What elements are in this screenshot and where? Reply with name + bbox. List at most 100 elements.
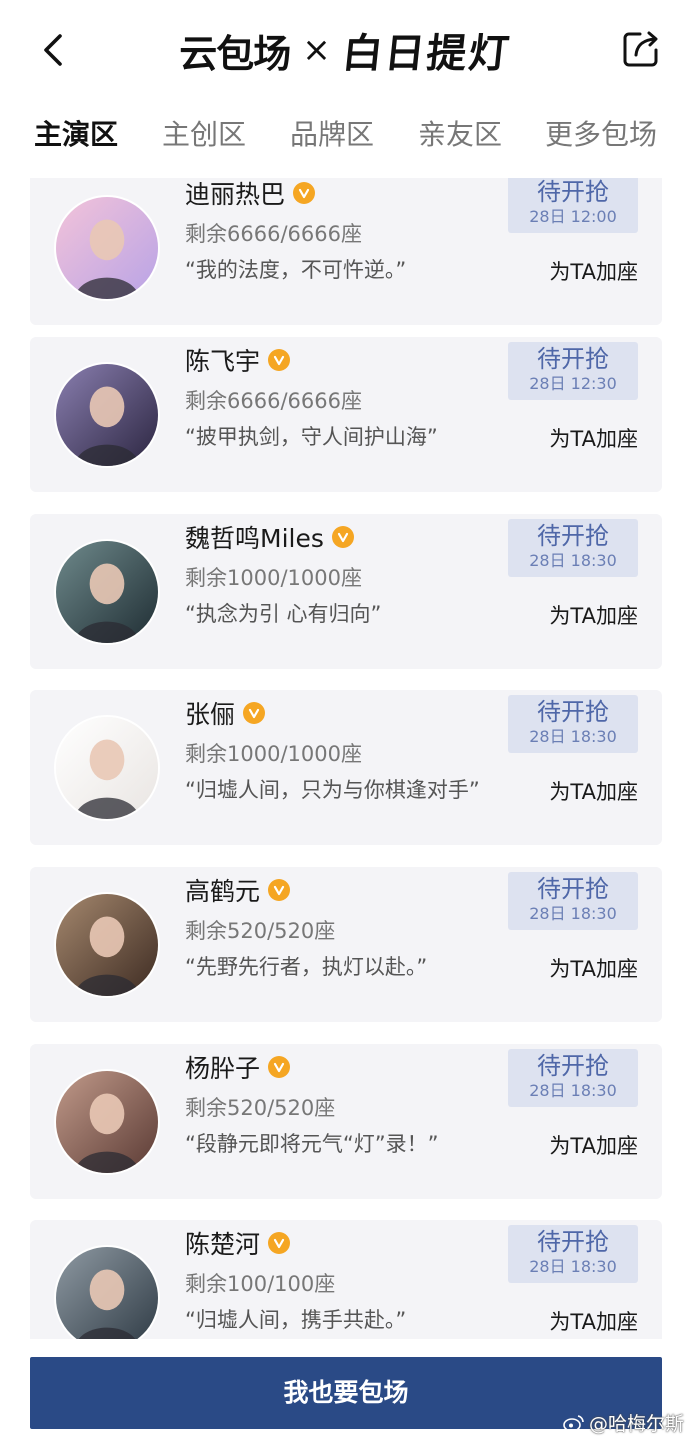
add-seat-link[interactable]: 为TA加座	[549, 1130, 638, 1160]
collab-separator: ×	[302, 30, 331, 70]
avatar-image	[56, 541, 158, 643]
avatar-image	[56, 894, 158, 996]
add-seat-link[interactable]: 为TA加座	[549, 1306, 638, 1336]
grab-status-button[interactable]: 待开抢 28日 18:30	[508, 695, 638, 753]
star-name: 张俪	[185, 700, 236, 729]
avatar-image	[56, 364, 158, 466]
name-row: 杨肸子	[185, 1050, 291, 1084]
verified-icon	[243, 702, 266, 724]
brand-logo: 云包场	[179, 31, 291, 76]
status-label: 待开抢	[537, 1052, 609, 1080]
add-seat-link[interactable]: 为TA加座	[549, 776, 638, 806]
seat-count: 剩余6666/6666座	[185, 222, 362, 246]
avatar-image	[56, 1071, 158, 1173]
avatar[interactable]	[54, 195, 160, 301]
star-card[interactable]: 陈飞宇剩余6666/6666座 “披甲执剑，守人间护山海” 待开抢 28日 12:30…	[30, 337, 662, 492]
verified-icon	[268, 879, 291, 901]
name-row: 陈飞宇	[185, 343, 291, 377]
open-time: 28日 18:30	[529, 727, 617, 746]
add-seat-link[interactable]: 为TA加座	[549, 600, 638, 630]
avatar[interactable]	[54, 539, 160, 645]
avatar[interactable]	[54, 1069, 160, 1175]
status-label: 待开抢	[537, 698, 609, 726]
star-name: 陈飞宇	[185, 347, 261, 376]
top-bar: 云包场 × 白日提灯	[0, 0, 690, 100]
avatar[interactable]	[54, 892, 160, 998]
star-name: 高鹤元	[185, 877, 261, 906]
share-icon	[623, 31, 658, 67]
tab-creators[interactable]: 主创区	[162, 108, 246, 162]
open-time: 28日 18:30	[529, 1257, 617, 1276]
status-label: 待开抢	[537, 1228, 609, 1256]
open-time: 28日 18:30	[529, 1081, 617, 1100]
star-quote: “归墟人间，携手共赴。”	[185, 1308, 407, 1332]
seat-count: 剩余1000/1000座	[185, 742, 362, 766]
verified-icon	[268, 1232, 291, 1254]
avatar-image	[56, 197, 158, 299]
name-row: 高鹤元	[185, 873, 291, 907]
verified-icon	[268, 1056, 291, 1078]
open-time: 28日 18:30	[529, 904, 617, 923]
star-card[interactable]: 杨肸子剩余520/520座 “段静元即将元气“灯”录！” 待开抢 28日 18:30 为…	[30, 1044, 662, 1199]
add-seat-link[interactable]: 为TA加座	[549, 256, 638, 286]
star-quote: “我的法度，不可忤逆。”	[185, 258, 407, 282]
star-card[interactable]: 魏哲鸣Miles 剩余1000/1000座 “执念为引 心有归向” 待开抢 28日 18…	[30, 514, 662, 669]
star-card[interactable]: 张俪剩余1000/1000座 “归墟人间，只为与你棋逢对手” 待开抢 28日 18:3…	[30, 690, 662, 845]
avatar[interactable]	[54, 362, 160, 468]
grab-status-button[interactable]: 待开抢 28日 18:30	[508, 1225, 638, 1283]
grab-status-button[interactable]: 待开抢 28日 18:30	[508, 1049, 638, 1107]
star-card[interactable]: 陈楚河剩余100/100座 “归墟人间，携手共赴。” 待开抢 28日 18:30 为TA…	[30, 1220, 662, 1339]
watermark: @哈梅尔斯	[563, 1409, 684, 1436]
grab-status-button[interactable]: 待开抢 28日 18:30	[508, 872, 638, 930]
star-name: 魏哲鸣Miles	[185, 524, 324, 553]
add-seat-link[interactable]: 为TA加座	[549, 423, 638, 453]
name-row: 张俪	[185, 696, 266, 730]
star-name: 陈楚河	[185, 1230, 261, 1259]
booking-list: 迪丽热巴 剩余6666/6666座 “我的法度，不可忤逆。” 待开抢 28日 12:00…	[0, 178, 690, 1339]
seat-count: 剩余100/100座	[185, 1272, 336, 1296]
star-quote: “先野先行者，执灯以赴。”	[185, 955, 428, 979]
open-time: 28日 12:00	[529, 207, 617, 226]
tab-friends[interactable]: 亲友区	[418, 108, 502, 162]
name-row: 迪丽热巴	[185, 178, 316, 210]
star-quote: “执念为引 心有归向”	[185, 602, 382, 626]
star-card[interactable]: 迪丽热巴剩余6666/6666座 “我的法度，不可忤逆。” 待开抢 28日 12:00…	[30, 178, 662, 325]
avatar[interactable]	[54, 1245, 160, 1339]
drama-logo: 白日提灯	[339, 30, 513, 77]
star-quote: “段静元即将元气“灯”录！”	[185, 1132, 439, 1156]
avatar[interactable]	[54, 715, 160, 821]
status-label: 待开抢	[537, 345, 609, 373]
status-label: 待开抢	[537, 178, 609, 206]
name-row: 魏哲鸣Miles	[185, 520, 354, 554]
star-quote: “归墟人间，只为与你棋逢对手”	[185, 778, 480, 802]
watermark-text: @哈梅尔斯	[588, 1413, 684, 1435]
grab-status-button[interactable]: 待开抢 28日 12:30	[508, 342, 638, 400]
seat-count: 剩余520/520座	[185, 1096, 336, 1120]
open-time: 28日 18:30	[529, 551, 617, 570]
star-name: 迪丽热巴	[185, 180, 286, 209]
star-name: 杨肸子	[185, 1054, 261, 1083]
verified-icon	[268, 349, 291, 371]
tab-lead-cast[interactable]: 主演区	[34, 108, 118, 162]
weibo-icon	[563, 1414, 584, 1432]
seat-count: 剩余6666/6666座	[185, 389, 362, 413]
verified-icon	[331, 526, 354, 548]
open-time: 28日 12:30	[529, 374, 617, 393]
avatar-image	[56, 717, 158, 819]
seat-count: 剩余520/520座	[185, 919, 336, 943]
name-row: 陈楚河	[185, 1226, 291, 1260]
add-seat-link[interactable]: 为TA加座	[549, 953, 638, 983]
grab-status-button[interactable]: 待开抢 28日 18:30	[508, 519, 638, 577]
share-button[interactable]	[620, 28, 662, 70]
star-card[interactable]: 高鹤元剩余520/520座 “先野先行者，执灯以赴。” 待开抢 28日 18:30 为T…	[30, 867, 662, 1022]
star-quote: “披甲执剑，守人间护山海”	[185, 425, 438, 449]
page-title: 云包场 × 白日提灯	[0, 22, 690, 78]
avatar-image	[56, 1247, 158, 1339]
status-label: 待开抢	[537, 522, 609, 550]
grab-status-button[interactable]: 待开抢 28日 12:00	[508, 178, 638, 233]
status-label: 待开抢	[537, 875, 609, 903]
tab-more[interactable]: 更多包场	[545, 108, 657, 162]
zone-tabs: 主演区 主创区 品牌区 亲友区 更多包场	[0, 108, 690, 162]
seat-count: 剩余1000/1000座	[185, 566, 362, 590]
tab-brands[interactable]: 品牌区	[290, 108, 374, 162]
